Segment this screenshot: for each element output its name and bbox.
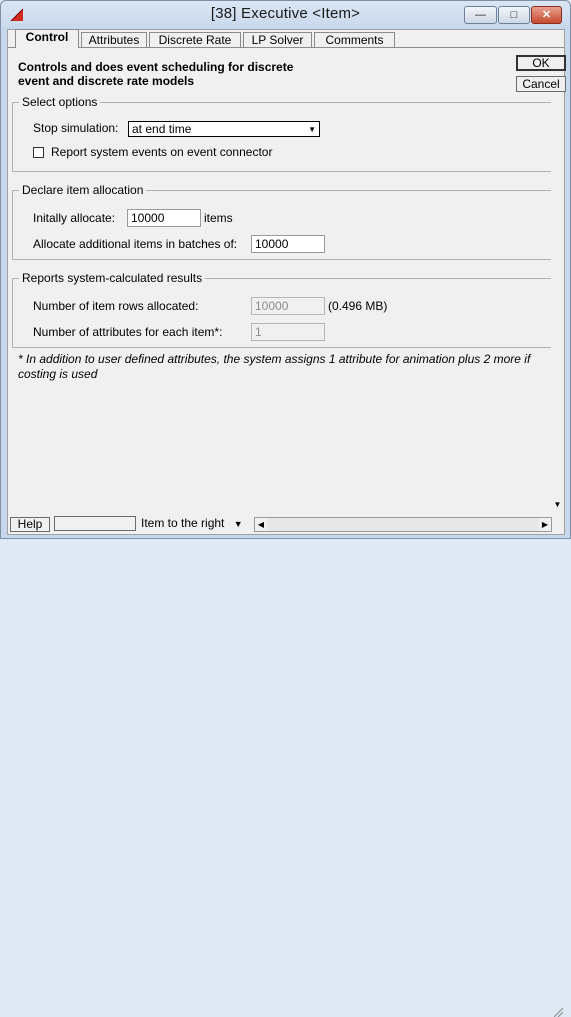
scroll-left-icon[interactable]: ◀ (255, 518, 267, 531)
stop-simulation-value: at end time (132, 122, 192, 136)
batch-size-input[interactable]: 10000 (251, 235, 325, 253)
vertical-scrollbar[interactable]: ▼ (552, 30, 563, 514)
attributes-count-value: 1 (251, 323, 325, 341)
item-navigation[interactable]: Item to the right ▼ (141, 516, 243, 530)
item-nav-dropdown-icon[interactable]: ▼ (234, 519, 243, 529)
maximize-icon: □ (510, 9, 518, 21)
scroll-down-icon[interactable]: ▼ (552, 498, 563, 511)
tab-lp-solver[interactable]: LP Solver (243, 32, 312, 47)
status-field (54, 516, 136, 531)
dialog-client: Control Attributes Discrete Rate LP Solv… (7, 29, 566, 1017)
scroll-right-icon[interactable]: ▶ (539, 518, 551, 531)
item-rows-label: Number of item rows allocated: (33, 299, 199, 313)
item-rows-size: (0.496 MB) (328, 299, 388, 313)
batch-size-label: Allocate additional items in batches of: (33, 237, 238, 251)
select-options-legend: Select options (19, 95, 101, 109)
items-unit-label: items (204, 211, 233, 225)
footnote: * In addition to user defined attributes… (18, 352, 531, 381)
reports-legend: Reports system-calculated results (19, 271, 206, 285)
item-rows-value: 10000 (251, 297, 325, 315)
tab-divider (8, 47, 564, 48)
dialog-window: [38] Executive <Item> — □ ✕ Control Attr… (0, 0, 571, 1017)
tab-comments[interactable]: Comments (314, 32, 395, 47)
help-button[interactable]: Help (10, 517, 50, 532)
title-bar[interactable]: [38] Executive <Item> — □ ✕ (1, 1, 570, 29)
initially-allocate-label: Initally allocate: (33, 211, 116, 225)
minimize-button[interactable]: — (464, 6, 497, 24)
report-events-label: Report system events on event connector (51, 145, 273, 159)
report-events-checkbox[interactable] (33, 147, 44, 158)
tab-discrete-rate[interactable]: Discrete Rate (149, 32, 241, 47)
attributes-count-label: Number of attributes for each item*: (33, 325, 223, 339)
item-allocation-group: Declare item allocation Initally allocat… (12, 183, 551, 260)
stop-simulation-select[interactable]: at end time ▼ (128, 121, 320, 137)
maximize-button[interactable]: □ (498, 6, 530, 24)
block-description: Controls and does event scheduling for d… (18, 60, 294, 88)
status-bar: Help Item to the right ▼ ◀ ▶ (8, 514, 564, 1017)
tab-attributes[interactable]: Attributes (81, 32, 147, 47)
select-options-group: Select options Stop simulation: at end t… (12, 95, 551, 172)
close-button[interactable]: ✕ (531, 6, 562, 24)
close-icon: ✕ (541, 9, 552, 21)
resize-grip-icon[interactable] (554, 1003, 563, 1017)
dropdown-arrow-icon: ▼ (308, 125, 316, 134)
item-nav-label: Item to the right (141, 516, 225, 530)
item-allocation-legend: Declare item allocation (19, 183, 147, 197)
initially-allocate-input[interactable]: 10000 (127, 209, 201, 227)
reports-group: Reports system-calculated results Number… (12, 271, 551, 348)
minimize-icon: — (475, 9, 486, 21)
stop-simulation-label: Stop simulation: (33, 121, 119, 135)
horizontal-scrollbar[interactable]: ◀ ▶ (254, 517, 552, 532)
tab-control[interactable]: Control (15, 29, 79, 48)
